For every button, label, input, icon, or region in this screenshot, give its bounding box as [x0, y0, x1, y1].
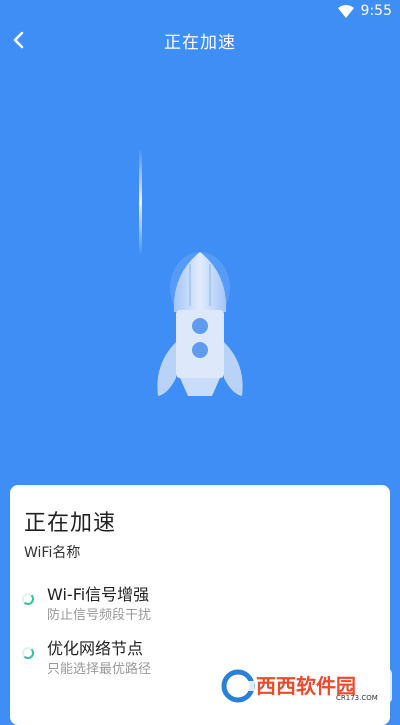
status-time: 9:55: [360, 3, 392, 19]
watermark-subtext: CR173.COM: [336, 694, 378, 702]
loading-spinner-icon: [22, 647, 34, 659]
item-subtitle: 防止信号频段干扰: [47, 608, 152, 623]
watermark-logo: 西西软件园 CR173.COM: [216, 668, 392, 704]
wifi-icon: [338, 5, 354, 18]
status-bar: 9:55: [0, 0, 400, 24]
item-title: 优化网络节点: [47, 639, 144, 658]
header: 正在加速: [0, 24, 400, 56]
wifi-name-label: WiFi名称: [24, 545, 81, 561]
page-title: 正在加速: [164, 33, 236, 53]
item-subtitle: 只能选择最优路径: [47, 662, 152, 677]
item-title: Wi-Fi信号增强: [47, 585, 150, 604]
card-title: 正在加速: [24, 511, 117, 536]
list-item-wifi-signal: Wi-Fi信号增强 防止信号频段干扰: [22, 581, 322, 625]
speed-line: [139, 148, 142, 256]
rocket-icon: [157, 252, 243, 396]
loading-spinner-icon: [22, 593, 34, 605]
